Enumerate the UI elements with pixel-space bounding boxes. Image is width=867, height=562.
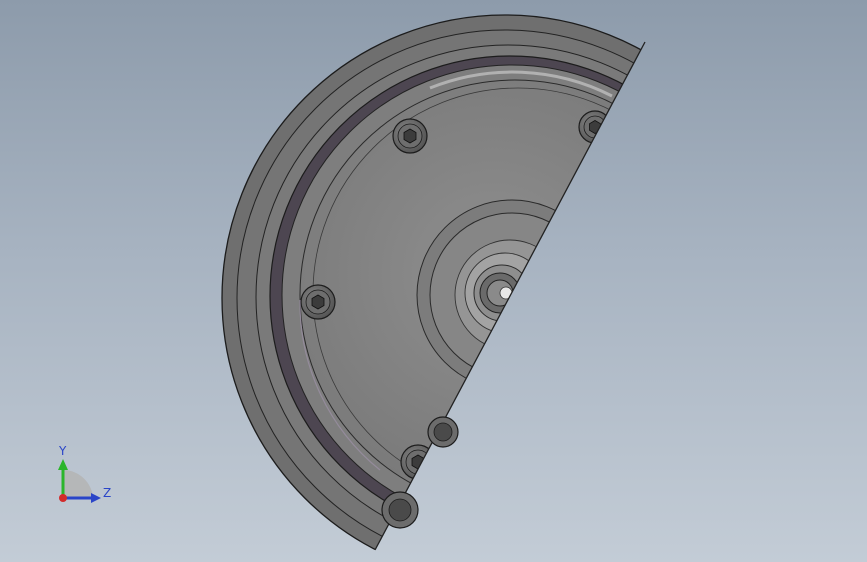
reference-triad[interactable]: Y Z xyxy=(58,444,111,503)
graphics-viewport[interactable]: Y Z xyxy=(0,0,867,562)
y-axis-head xyxy=(58,459,68,470)
model-view[interactable]: Y Z xyxy=(0,0,867,562)
y-axis-label: Y xyxy=(58,444,67,458)
disc-assembly[interactable] xyxy=(221,14,788,562)
shaft-bore xyxy=(499,286,513,300)
bolt-bottom[interactable] xyxy=(400,444,436,480)
x-axis-dot xyxy=(59,494,67,502)
z-axis-label: Z xyxy=(103,486,111,500)
triad-quadrant xyxy=(63,469,93,498)
bolt-protruding-lower[interactable] xyxy=(381,491,419,529)
bolt-left[interactable] xyxy=(300,284,336,320)
z-axis-head xyxy=(91,493,101,503)
bolt-protruding-upper[interactable] xyxy=(427,416,459,448)
disc-face xyxy=(299,79,645,511)
bolt-top[interactable] xyxy=(392,118,428,154)
